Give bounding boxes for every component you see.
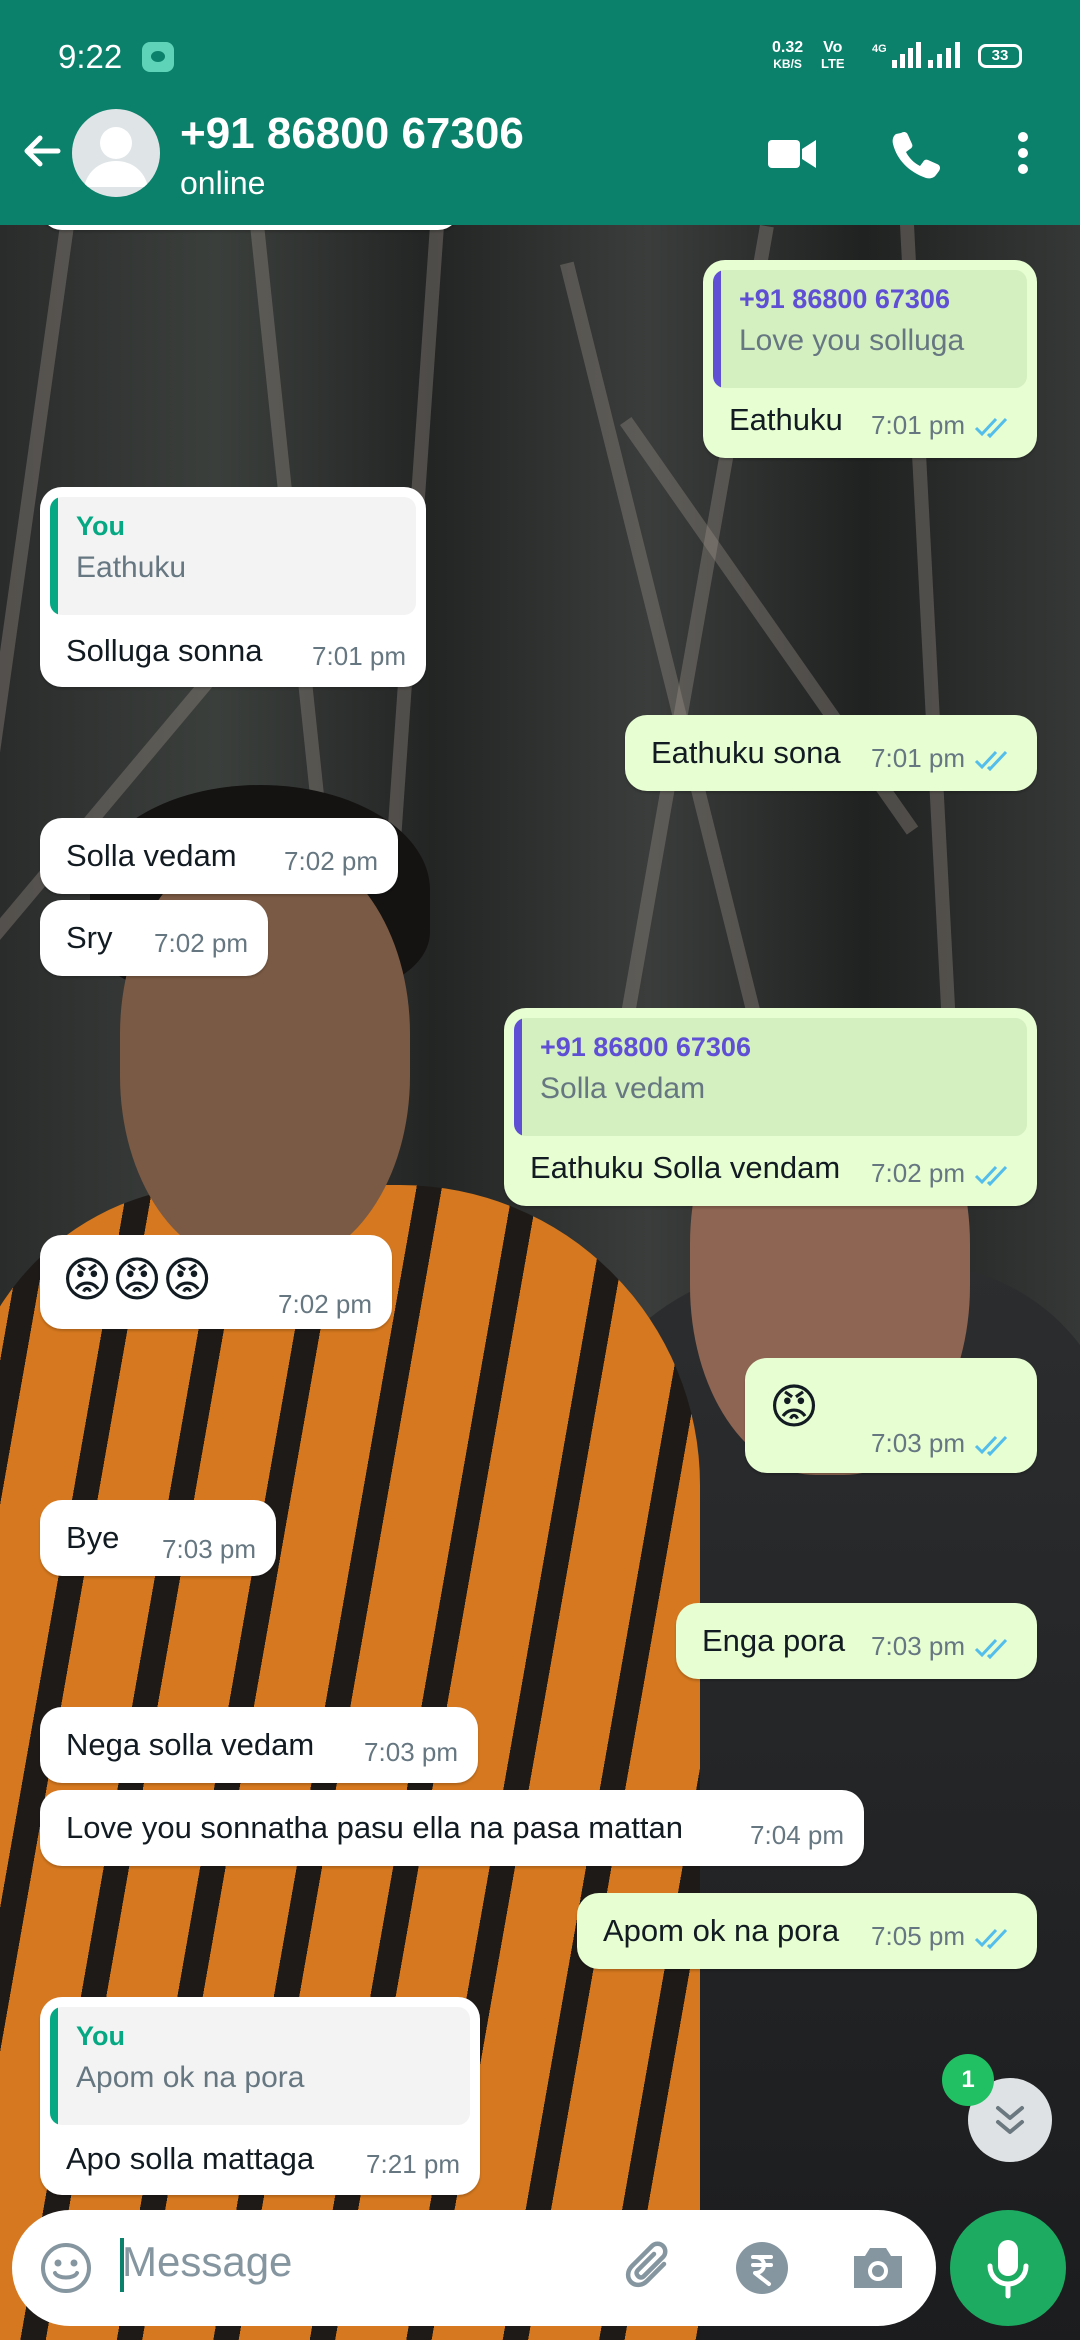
svg-text:4G: 4G: [872, 43, 887, 55]
message-meta: 7:03 pm: [871, 1631, 1017, 1662]
message-bubble-incoming[interactable]: Solla vedam 7:02 pm: [40, 818, 398, 894]
read-ticks-icon: [974, 1929, 1008, 1950]
quoted-sender: You: [76, 511, 125, 541]
volte-label: Vo: [823, 39, 843, 56]
battery-icon: 33: [978, 44, 1022, 68]
signal-4g-icon: 4G: [872, 42, 921, 68]
message-meta: 7:03 pm: [871, 1428, 1017, 1459]
message-bubble-incoming[interactable]: You Eathuku Solluga sonna 7:01 pm: [40, 487, 426, 687]
message-bubble-outgoing[interactable]: 😡 7:03 pm: [745, 1358, 1037, 1473]
message-text: Bye: [66, 1520, 120, 1555]
message-meta: 7:05 pm: [871, 1921, 1017, 1952]
mic-icon: [987, 2240, 1029, 2299]
message-bubble-incoming[interactable]: You Apom ok na pora Apo solla mattaga 7:…: [40, 1997, 480, 2195]
read-ticks-icon: [974, 418, 1008, 439]
message-meta: 7:02 pm: [871, 1158, 1017, 1189]
contact-avatar[interactable]: [72, 109, 160, 197]
status-time: 9:22: [58, 38, 123, 75]
emoji-message: 😡😡😡: [62, 1254, 213, 1307]
message-bubble-outgoing[interactable]: Apom ok na pora 7:05 pm: [577, 1893, 1037, 1969]
emoji-message: 😡: [769, 1381, 820, 1434]
camera-icon[interactable]: [848, 2242, 908, 2294]
voice-message-button[interactable]: [950, 2210, 1066, 2326]
attach-icon[interactable]: [620, 2238, 680, 2298]
quoted-text: Solla vedam: [540, 1072, 706, 1105]
message-text: Apo solla mattaga: [66, 2141, 315, 2176]
signal-icon: [928, 42, 960, 68]
message-text: Solla vedam: [66, 838, 237, 873]
volte-indicator: Vo LTE: [821, 40, 845, 72]
message-text: Enga pora: [702, 1623, 846, 1658]
chat-header: 9:22 0.32 KB/S Vo LTE 4G 33 +91 86800 67…: [0, 0, 1080, 225]
message-time: 7:05 pm: [871, 1921, 965, 1951]
message-composer[interactable]: Message: [12, 2210, 936, 2326]
back-arrow-icon[interactable]: [18, 127, 66, 175]
network-speed-unit: KB/S: [773, 57, 802, 71]
rupee-icon[interactable]: [734, 2240, 790, 2296]
read-ticks-icon: [974, 1639, 1008, 1660]
message-time: 7:02 pm: [278, 1289, 372, 1319]
chat-bubble-notification-icon: [142, 42, 174, 72]
message-meta: 7:01 pm: [871, 410, 1017, 441]
message-time: 7:04 pm: [750, 1820, 844, 1850]
video-call-icon[interactable]: [764, 127, 820, 179]
more-options-icon[interactable]: [1008, 127, 1038, 179]
message-meta: 7:01 pm: [871, 743, 1017, 774]
emoji-icon[interactable]: [38, 2240, 94, 2296]
message-text: Love you sonnatha pasu ella na pasa matt…: [66, 1810, 684, 1845]
message-text: Eathuku Solla vendam: [530, 1150, 841, 1185]
message-text: Solluga sonna: [66, 633, 263, 668]
quoted-text: Love you solluga: [739, 324, 965, 357]
quoted-text: Apom ok na pora: [76, 2061, 305, 2094]
quoted-message[interactable]: You Eathuku: [50, 497, 416, 615]
message-bubble-incoming[interactable]: Sry 7:02 pm: [40, 900, 268, 976]
message-time: 7:21 pm: [366, 2149, 460, 2179]
message-text: Apom ok na pora: [603, 1913, 840, 1948]
read-ticks-icon: [974, 1436, 1008, 1457]
message-time: 7:03 pm: [162, 1534, 256, 1564]
read-ticks-icon: [974, 1166, 1008, 1187]
message-time: 7:03 pm: [871, 1631, 965, 1661]
app-bar: +91 86800 67306 online: [0, 105, 1080, 225]
message-time: 7:03 pm: [364, 1737, 458, 1767]
message-bubble-outgoing[interactable]: Eathuku sona 7:01 pm: [625, 715, 1037, 791]
message-time: 7:02 pm: [154, 928, 248, 958]
quoted-message[interactable]: +91 86800 67306 Solla vedam: [514, 1018, 1027, 1136]
message-time: 7:01 pm: [871, 410, 965, 440]
message-bubble-incoming[interactable]: 😡😡😡 7:02 pm: [40, 1235, 392, 1329]
quoted-message[interactable]: You Apom ok na pora: [50, 2007, 470, 2125]
message-time: 7:01 pm: [871, 743, 965, 773]
message-text: Eathuku: [729, 402, 843, 437]
network-speed-value: 0.32: [772, 39, 804, 56]
contact-status: online: [180, 165, 266, 201]
network-speed: 0.32 KB/S: [772, 40, 803, 72]
message-text: Sry: [66, 920, 113, 955]
contact-name[interactable]: +91 86800 67306: [180, 109, 524, 159]
message-bubble-outgoing[interactable]: Enga pora 7:03 pm: [676, 1603, 1037, 1679]
message-bubble-incoming[interactable]: Love you sonnatha pasu ella na pasa matt…: [40, 1790, 864, 1866]
message-bubble-outgoing[interactable]: +91 86800 67306 Solla vedam Eathuku Soll…: [504, 1008, 1037, 1206]
message-bubble-incoming[interactable]: Bye 7:03 pm: [40, 1500, 276, 1576]
quoted-sender: +91 86800 67306: [739, 284, 950, 314]
message-bubble-incoming[interactable]: Nega solla vedam 7:03 pm: [40, 1707, 478, 1783]
quoted-sender: +91 86800 67306: [540, 1032, 751, 1062]
message-time: 7:01 pm: [312, 641, 406, 671]
message-bubble-outgoing[interactable]: +91 86800 67306 Love you solluga Eathuku…: [703, 260, 1037, 458]
message-time: 7:02 pm: [284, 846, 378, 876]
unread-count-badge: 1: [942, 2054, 994, 2106]
message-time: 7:02 pm: [871, 1158, 965, 1188]
quoted-message[interactable]: +91 86800 67306 Love you solluga: [713, 270, 1027, 388]
quoted-text: Eathuku: [76, 551, 187, 584]
message-text: Eathuku sona: [651, 735, 841, 770]
message-text: Nega solla vedam: [66, 1727, 315, 1762]
default-avatar-icon: [84, 127, 148, 187]
message-time: 7:03 pm: [871, 1428, 965, 1458]
status-bar: 9:22 0.32 KB/S Vo LTE 4G 33: [0, 0, 1080, 110]
read-ticks-icon: [974, 751, 1008, 772]
voice-call-icon[interactable]: [888, 127, 944, 179]
lte-label: LTE: [821, 56, 845, 71]
message-input-placeholder[interactable]: Message: [122, 2238, 292, 2286]
quoted-sender: You: [76, 2021, 125, 2051]
